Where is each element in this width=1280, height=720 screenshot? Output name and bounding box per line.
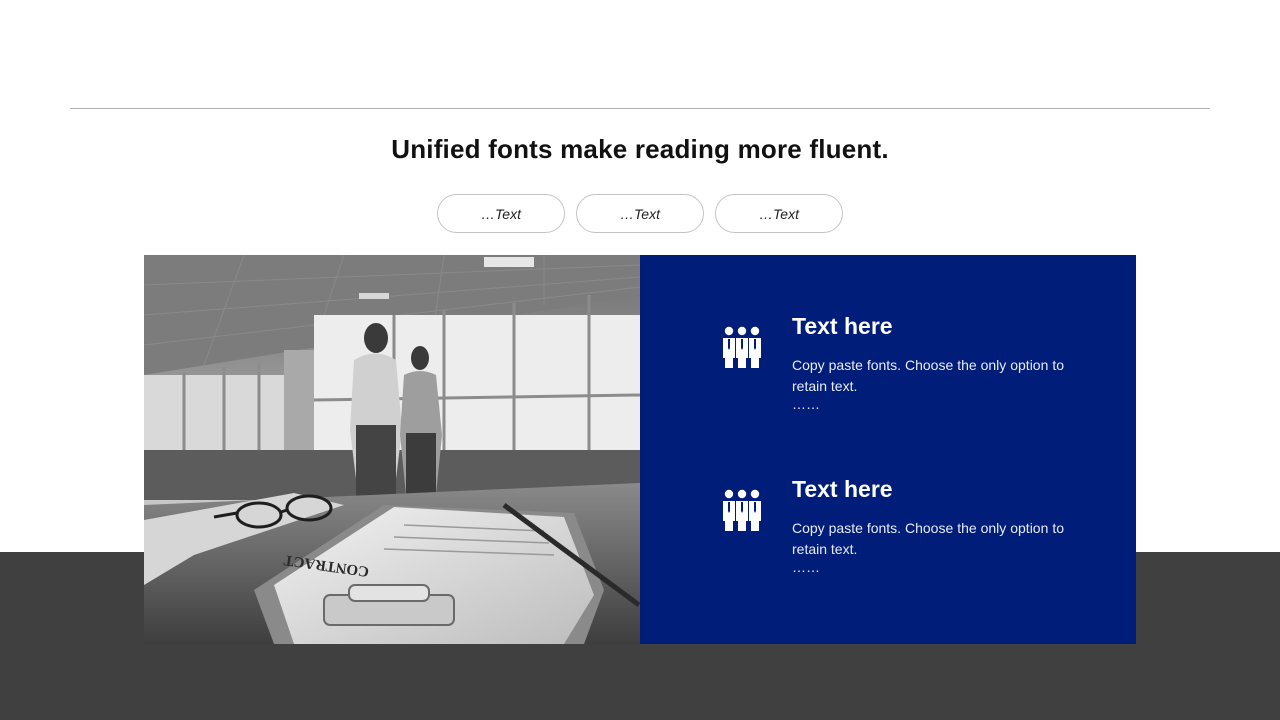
office-photo: CONTRACT [144,255,640,644]
top-divider [70,108,1210,109]
pill-button-1[interactable]: …Text [437,194,565,233]
feature-title-1: Text here [792,313,893,339]
page-title: Unified fonts make reading more fluent. [391,134,889,164]
feature-ellipsis-1: …… [792,396,820,412]
team-icon [723,489,761,531]
feature-description-1: Copy paste fonts. Choose the only option… [792,357,1064,394]
feature-description-2: Copy paste fonts. Choose the only option… [792,520,1064,557]
pill-button-3[interactable]: …Text [715,194,843,233]
team-icon [723,326,761,368]
pill-button-group: …Text …Text …Text [437,194,843,233]
feature-title-2: Text here [792,476,893,502]
pill-button-2[interactable]: …Text [576,194,704,233]
feature-ellipsis-2: …… [792,559,820,575]
feature-panel: Text here Copy paste fonts. Choose the o… [640,255,1136,644]
